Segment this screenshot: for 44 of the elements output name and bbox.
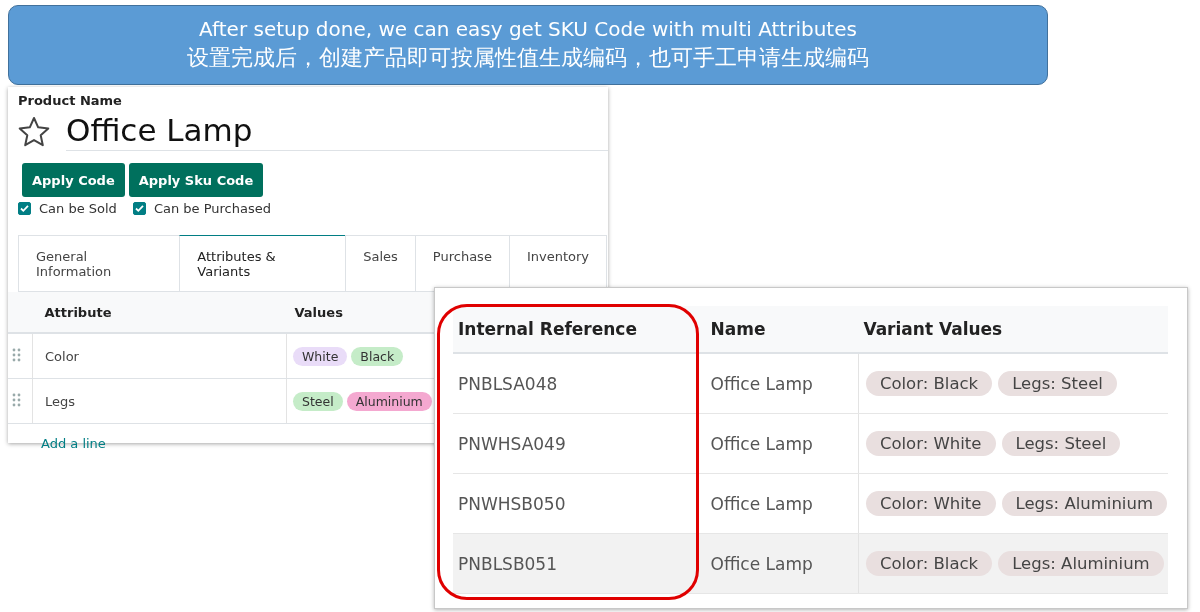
table-cell: Office Lamp [705,413,859,474]
value-tag: Aluminium [346,391,432,411]
table-row[interactable]: PNWHSB050 Office Lamp Color: White Legs: Aluminium [453,473,1168,534]
star-icon[interactable] [18,115,50,148]
apply-button[interactable]: Apply Code [22,163,125,197]
drag-handle-icon[interactable] [12,347,22,362]
table-cell: Office Lamp [705,353,859,414]
column-header: Attribute [32,292,287,333]
variant-tag: Legs: Steel [1001,431,1121,456]
table-cell: Office Lamp [705,533,859,594]
table-cell: Legs [32,378,287,424]
variant-tag: Color: Black [865,551,993,576]
table-cell: PNWHSA049 [453,413,706,474]
column-header: Name [705,306,859,353]
checkbox[interactable] [132,202,146,215]
value-tag: Steel [293,391,343,411]
checkbox-label: Can be Sold [39,201,117,216]
table-row[interactable]: PNWHSA049 Office Lamp Color: White Legs: Steel [453,413,1168,474]
variant-tag: Legs: Aluminium [1001,491,1167,516]
add-line-link[interactable]: Add a line [8,424,106,451]
table-cell: PNBLSB051 [453,533,706,594]
variant-tag: Legs: Steel [998,371,1117,396]
value-tag: White [293,346,348,366]
drag-handle-icon[interactable] [12,392,22,407]
table-cell: PNBLSA048 [453,353,706,414]
field-label: Product Name [18,93,123,108]
checkbox-label: Can be Purchased [153,201,271,216]
checkbox[interactable] [18,202,31,215]
apply-button[interactable]: Apply Sku Code [128,163,264,197]
table-row[interactable]: PNBLSB051 Office Lamp Color: Black Legs: Aluminium [453,533,1168,594]
table-row[interactable]: PNBLSA048 Office Lamp Color: Black Legs: Steel [453,353,1168,414]
column-header: Variant Values [858,306,1168,353]
banner-text: After setup done, we can easy get SKU Code with multi Attributes [199,17,857,41]
table-cell: Office Lamp [705,473,859,534]
table-cell: Color [32,333,287,379]
variant-tag: Color: Black [865,371,993,396]
column-header: Internal Reference [453,306,706,353]
variant-tag: Legs: Aluminium [998,551,1164,576]
banner-text: 设置完成后，创建产品即可按属性值生成编码，也可手工申请生成编码 [187,44,869,72]
variant-tag: Color: White [865,491,996,516]
variant-tag: Color: White [865,431,996,456]
value-tag: Black [351,346,404,366]
product-name-field[interactable]: Office Lamp [66,112,608,151]
table-cell: PNWHSB050 [453,473,706,534]
